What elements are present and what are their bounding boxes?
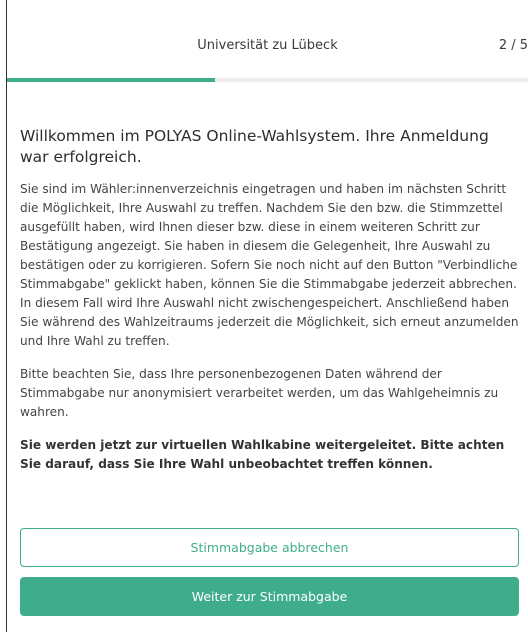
info-paragraph-privacy: Bitte beachten Sie, dass Ihre personenbe… xyxy=(20,367,499,419)
voting-page: Universität zu Lübeck 2 / 5 Willkommen i… xyxy=(0,0,528,632)
header-title: Universität zu Lübeck xyxy=(197,38,338,53)
continue-to-vote-button[interactable]: Weiter zur Stimmabgabe xyxy=(20,577,519,616)
cancel-vote-button[interactable]: Stimmabgabe abbrechen xyxy=(20,528,519,567)
info-paragraph-process: Sie sind im Wähler:innenverzeichnis eing… xyxy=(20,182,519,348)
progress-bar-fill xyxy=(7,78,216,82)
progress-bar xyxy=(7,78,528,82)
step-counter: 2 / 5 xyxy=(498,38,528,53)
welcome-heading: Willkommen im POLYAS Online-Wahlsystem. … xyxy=(20,127,489,166)
window-edge-divider xyxy=(6,0,7,632)
info-paragraph-redirect: Sie werden jetzt zur virtuellen Wahlkabi… xyxy=(20,438,505,471)
main-content: Willkommen im POLYAS Online-Wahlsystem. … xyxy=(20,126,520,488)
page-header: Universität zu Lübeck 2 / 5 xyxy=(7,0,528,80)
